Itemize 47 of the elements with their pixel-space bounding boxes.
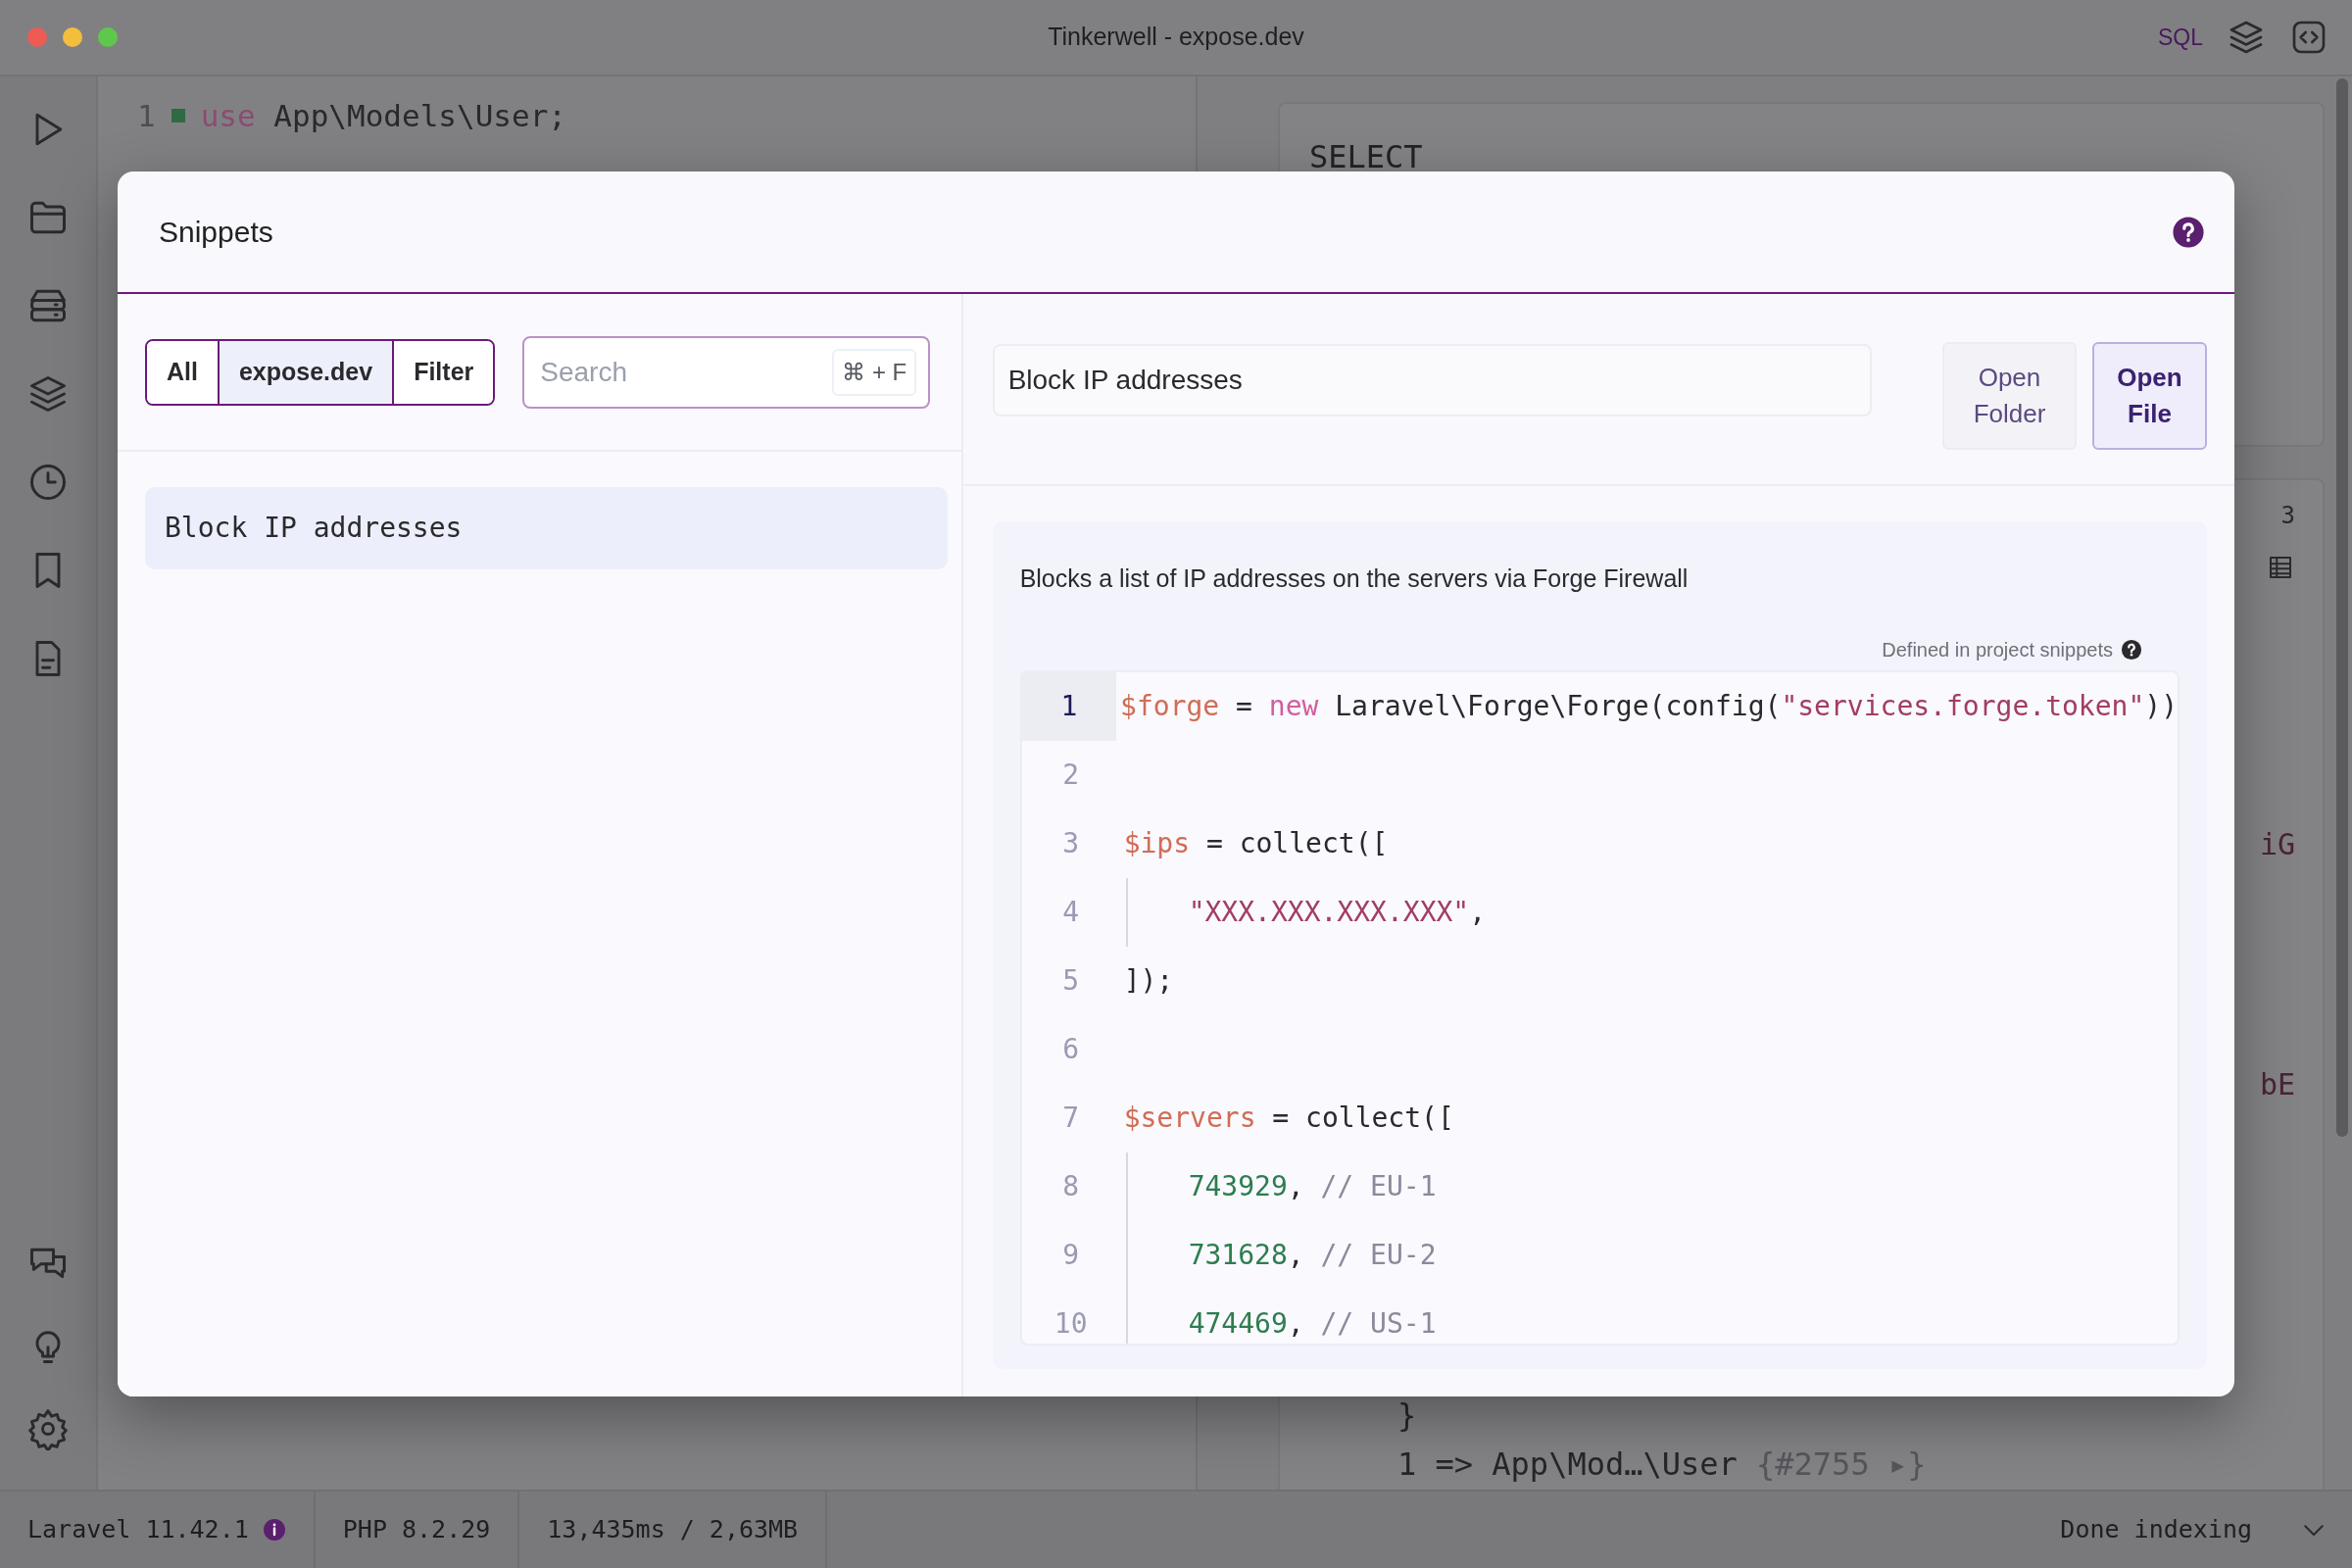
line-number: 5 (1061, 962, 1081, 999)
window-title: Tinkerwell - expose.dev (1048, 22, 1304, 53)
status-text: 13,435ms / 2,63MB (547, 1514, 799, 1546)
shortcut-hint: ⌘ + F (832, 348, 917, 396)
code-line: 743929, // EU-1 (1188, 1168, 1437, 1204)
filter-tab[interactable]: All (147, 340, 218, 404)
code-line: "XXX.XXX.XXX.XXX", (1188, 894, 1487, 930)
help-icon[interactable] (2172, 215, 2205, 249)
line-number: 8 (1061, 1168, 1081, 1204)
line-marker-icon (171, 109, 185, 122)
line-number: 10 (1053, 1305, 1089, 1342)
line-number: 1 (1021, 671, 1117, 741)
query-text: SELECT (1309, 137, 1424, 177)
help-icon[interactable] (2121, 638, 2142, 661)
status-text: Laravel 11.42.1 (27, 1514, 249, 1546)
code-line: ]); (1123, 962, 1174, 999)
name-field[interactable]: Block IP addresses (992, 344, 1872, 417)
line-number: 4 (1061, 894, 1081, 930)
snippet-item[interactable]: Block IP addresses (145, 487, 948, 570)
settings-icon[interactable] (26, 1407, 70, 1450)
line-number: 3 (1061, 825, 1081, 861)
source-note: Defined in project snippets (1882, 637, 2113, 662)
code-line: 731628, // EU-2 (1188, 1237, 1437, 1273)
filter-tab[interactable]: Filter (392, 340, 494, 404)
line-number: 9 (1061, 1237, 1081, 1273)
code-fragment: iG (2259, 826, 2295, 863)
open-folder-button[interactable]: Open Folder (1942, 342, 2077, 451)
minimize-button[interactable] (63, 27, 82, 47)
filter-tab[interactable]: expose.dev (217, 340, 393, 404)
line-number: 7 (1061, 1100, 1081, 1136)
line-number: 6 (1061, 1031, 1081, 1067)
code-line: $forge = new Laravel\Forge\Forge(config("services.forge.token")) (1120, 688, 2178, 724)
code-fragment: bE (2259, 1066, 2295, 1103)
scrollbar[interactable] (2336, 78, 2348, 1137)
code-line: $ips = collect([ (1123, 825, 1389, 861)
status-text: Done indexing (2060, 1514, 2252, 1546)
code-editor[interactable]: 1 $forge = new Laravel\Forge\Forge(config("services.forge.token")) 2 3 $ips = collect([ 4 "XXX.XXX.XXX.XXX", 5 ]); 6 7 $servers = collect([ 8 743929, // EU-1 9 731628, // EU-2 10 474469, // US-1 (1019, 669, 2180, 1346)
code-line: $servers = collect([ (1123, 1100, 1454, 1136)
code-line: 474469, // US-1 (1188, 1305, 1437, 1342)
result-count: 3 (2280, 501, 2295, 531)
output-line: } (1397, 1396, 1417, 1436)
description-text: Blocks a list of IP addresses on the servers via Forge Firewall (1019, 564, 1690, 595)
info-icon[interactable] (262, 1518, 286, 1542)
line-number: 2 (1061, 757, 1081, 793)
status-text: PHP 8.2.29 (342, 1514, 491, 1546)
open-file-button[interactable]: Open File (2092, 342, 2207, 451)
dialog-title: Snippets (159, 215, 273, 251)
